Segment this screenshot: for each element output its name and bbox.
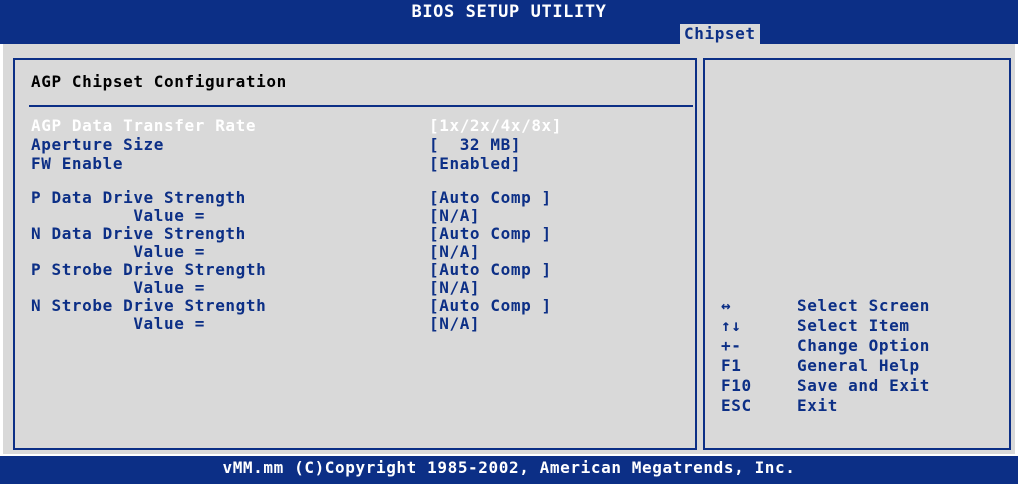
setting-value[interactable]: [Auto Comp ] (429, 188, 552, 208)
setting-label: Value = (31, 278, 205, 297)
help-row-change-option: +- Change Option (721, 336, 929, 356)
main-panel: AGP Chipset Configuration AGP Data Trans… (3, 44, 1015, 454)
setting-row-aperture-size[interactable]: Aperture Size [ 32 MB] (31, 135, 521, 155)
setting-label: Value = (31, 242, 205, 261)
setting-value[interactable]: [Enabled] (429, 154, 521, 174)
setting-value: [1x/2x/4x/8x] (429, 116, 563, 135)
help-row-save-exit: F10 Save and Exit (721, 376, 929, 396)
setting-row-p-data-drive-strength[interactable]: P Data Drive Strength [Auto Comp ] (31, 188, 551, 208)
setting-row-p-data-value: Value = [N/A] (31, 206, 479, 226)
bios-title: BIOS SETUP UTILITY (411, 2, 607, 22)
setting-label: N Strobe Drive Strength (31, 296, 267, 315)
section-title: AGP Chipset Configuration (31, 72, 287, 91)
setting-label: N Data Drive Strength (31, 224, 246, 243)
setting-row-n-data-drive-strength[interactable]: N Data Drive Strength [Auto Comp ] (31, 224, 551, 244)
arrow-left-right-icon: ↔ (721, 296, 732, 315)
setting-label: P Strobe Drive Strength (31, 260, 267, 279)
help-desc: Save and Exit (797, 376, 931, 395)
help-desc: Select Item (797, 316, 910, 335)
help-desc: Exit (797, 396, 838, 415)
setting-label: Value = (31, 314, 205, 333)
copyright-footer: vMM.mm (C)Copyright 1985-2002, American … (0, 456, 1018, 484)
setting-value[interactable]: [ 32 MB] (429, 135, 521, 155)
help-row-select-screen: ↔ Select Screen (721, 296, 929, 316)
setting-row-p-strobe-value: Value = [N/A] (31, 278, 479, 298)
bios-header: BIOS SETUP UTILITY Chipset (0, 0, 1018, 44)
setting-row-n-strobe-drive-strength[interactable]: N Strobe Drive Strength [Auto Comp ] (31, 296, 551, 316)
settings-box: AGP Chipset Configuration AGP Data Trans… (13, 58, 697, 450)
setting-label: FW Enable (31, 154, 124, 173)
help-row-general-help: F1 General Help (721, 356, 919, 376)
setting-value: [N/A] (429, 206, 481, 225)
setting-label: Value = (31, 206, 205, 225)
setting-row-p-strobe-drive-strength[interactable]: P Strobe Drive Strength [Auto Comp ] (31, 260, 551, 280)
setting-value[interactable]: [Auto Comp ] (429, 296, 552, 316)
setting-value: [N/A] (429, 278, 481, 297)
help-desc: Change Option (797, 336, 931, 355)
esc-key: ESC (721, 396, 752, 415)
arrow-up-down-icon: ↑↓ (721, 316, 742, 335)
setting-row-n-strobe-value: Value = [N/A] (31, 314, 479, 334)
setting-label: Aperture Size (31, 135, 165, 154)
setting-label: AGP Data Transfer Rate (31, 116, 257, 135)
tab-chipset[interactable]: Chipset (680, 24, 760, 44)
plus-minus-key: +- (721, 336, 742, 355)
setting-value: [N/A] (429, 242, 481, 261)
f10-key: F10 (721, 376, 752, 395)
setting-value[interactable]: [Auto Comp ] (429, 260, 552, 280)
help-desc: General Help (797, 356, 920, 375)
setting-value: [N/A] (429, 314, 481, 333)
setting-row-fw-enable[interactable]: FW Enable [Enabled] (31, 154, 521, 174)
help-box: ↔ Select Screen ↑↓ Select Item +- Change… (703, 58, 1011, 450)
section-divider (29, 105, 693, 107)
setting-label: P Data Drive Strength (31, 188, 246, 207)
setting-row-n-data-value: Value = [N/A] (31, 242, 479, 262)
f1-key: F1 (721, 356, 742, 375)
help-row-exit: ESC Exit (721, 396, 837, 416)
help-row-select-item: ↑↓ Select Item (721, 316, 909, 336)
help-desc: Select Screen (797, 296, 931, 315)
setting-value[interactable]: [Auto Comp ] (429, 224, 552, 244)
setting-row-agp-data-transfer-rate: AGP Data Transfer Rate [1x/2x/4x/8x] (31, 116, 561, 136)
